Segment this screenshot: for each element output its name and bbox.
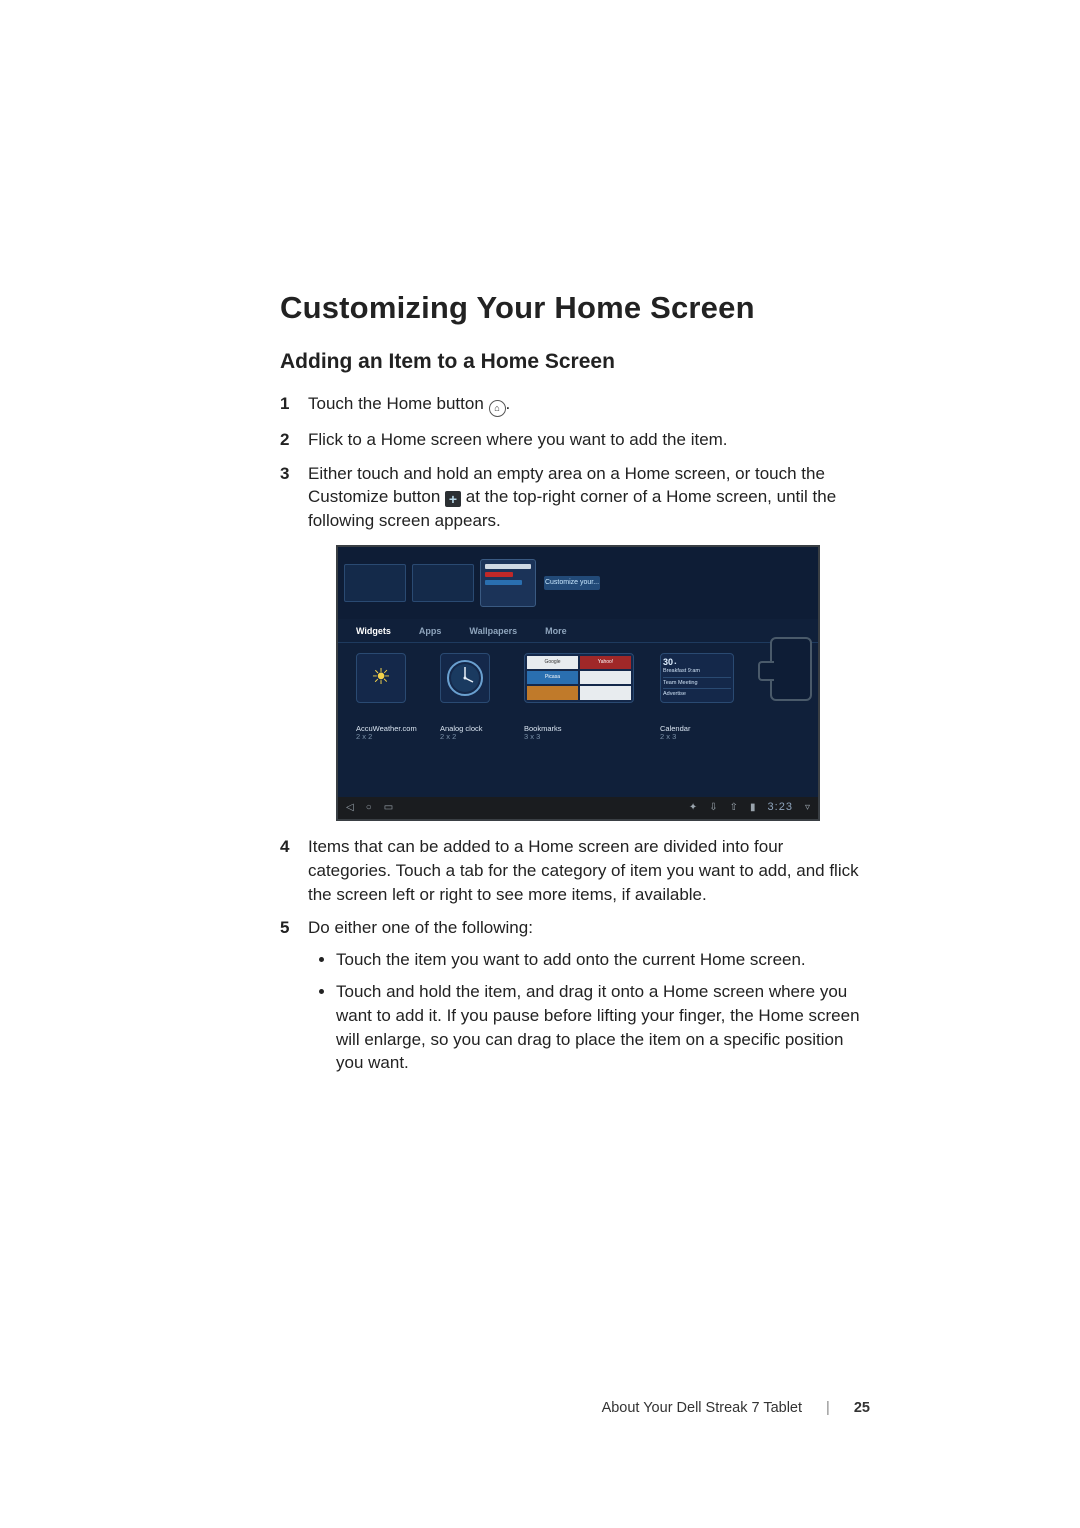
steps-list: Touch the Home button ⌂ . Flick to a Hom… [280, 392, 870, 1075]
battery-icon[interactable]: ▮ [750, 801, 756, 815]
screenshot-top-panels: Customize your... [338, 547, 818, 619]
step-4: Items that can be added to a Home screen… [280, 835, 870, 906]
system-clock: 3:23 [768, 800, 793, 815]
step-5b: Touch and hold the item, and drag it ont… [336, 980, 870, 1075]
footer-separator: | [826, 1400, 830, 1416]
tab-wallpapers[interactable]: Wallpapers [469, 625, 517, 638]
tablet-screenshot: Customize your... Widgets Apps Wallpaper… [336, 545, 820, 821]
step-1-text-a: Touch the Home button [308, 394, 489, 413]
step-3: Either touch and hold an empty area on a… [280, 462, 870, 821]
widget-bookmarks-size: 3 x 3 [524, 733, 562, 741]
step-5-sublist: Touch the item you want to add onto the … [308, 948, 870, 1075]
clock-icon [440, 653, 490, 703]
step-5a: Touch the item you want to add onto the … [336, 948, 870, 972]
customize-label: Customize your... [544, 576, 600, 590]
bookmarks-grid-icon: Google Yahoo! Picasa [525, 654, 633, 702]
notification-icon[interactable]: ✦ [689, 801, 697, 815]
widget-grid: ☀ AccuWeather.com 2 x 2 [338, 643, 818, 750]
upload-icon[interactable]: ⇧ [730, 801, 738, 815]
homescreen-thumb-2 [412, 564, 474, 602]
step-1: Touch the Home button ⌂ . [280, 392, 870, 418]
homescreen-preview [480, 559, 536, 607]
widget-analog-clock[interactable]: Analog clock 2 x 2 [440, 653, 508, 742]
manual-page: Customizing Your Home Screen Adding an I… [0, 0, 1080, 1528]
calendar-preview: 30 ▪ Breakfast 9:am Team Meeting Adverti… [661, 655, 733, 700]
recent-apps-icon[interactable]: ▭ [384, 801, 393, 815]
page-footer: About Your Dell Streak 7 Tablet | 25 [602, 1400, 870, 1416]
widget-calendar-size: 2 x 3 [660, 733, 690, 741]
download-icon[interactable]: ⇩ [709, 801, 717, 815]
customize-plus-icon: + [445, 491, 461, 507]
step-1-text-b: . [506, 394, 511, 413]
widget-clock-size: 2 x 2 [440, 733, 483, 741]
system-bar: ◁ ○ ▭ ✦ ⇩ ⇧ ▮ 3:23 ▿ [338, 797, 818, 819]
widget-bookmarks[interactable]: Google Yahoo! Picasa Bookmarks 3 x 3 [524, 653, 644, 742]
back-icon[interactable]: ◁ [346, 801, 354, 815]
category-tabs: Widgets Apps Wallpapers More [338, 619, 818, 643]
footer-label: About Your Dell Streak 7 Tablet [602, 1400, 802, 1416]
widget-accuweather[interactable]: ☀ AccuWeather.com 2 x 2 [356, 653, 424, 742]
widget-accu-size: 2 x 2 [356, 733, 417, 741]
sun-icon: ☀ [371, 662, 391, 693]
step-5-intro: Do either one of the following: [308, 918, 533, 937]
home-icon: ⌂ [489, 394, 506, 418]
tablet-side-frame [770, 637, 812, 701]
section-heading: Adding an Item to a Home Screen [280, 350, 870, 374]
step-2: Flick to a Home screen where you want to… [280, 428, 870, 452]
step-5: Do either one of the following: Touch th… [280, 916, 870, 1075]
tab-apps[interactable]: Apps [419, 625, 442, 638]
page-number: 25 [854, 1400, 870, 1416]
wifi-icon[interactable]: ▿ [805, 801, 810, 815]
page-heading: Customizing Your Home Screen [280, 290, 870, 326]
tab-more[interactable]: More [545, 625, 567, 638]
tab-widgets[interactable]: Widgets [356, 625, 391, 638]
home-sys-icon[interactable]: ○ [366, 801, 372, 815]
homescreen-thumb-1 [344, 564, 406, 602]
widget-calendar[interactable]: 30 ▪ Breakfast 9:am Team Meeting Adverti… [660, 653, 750, 742]
